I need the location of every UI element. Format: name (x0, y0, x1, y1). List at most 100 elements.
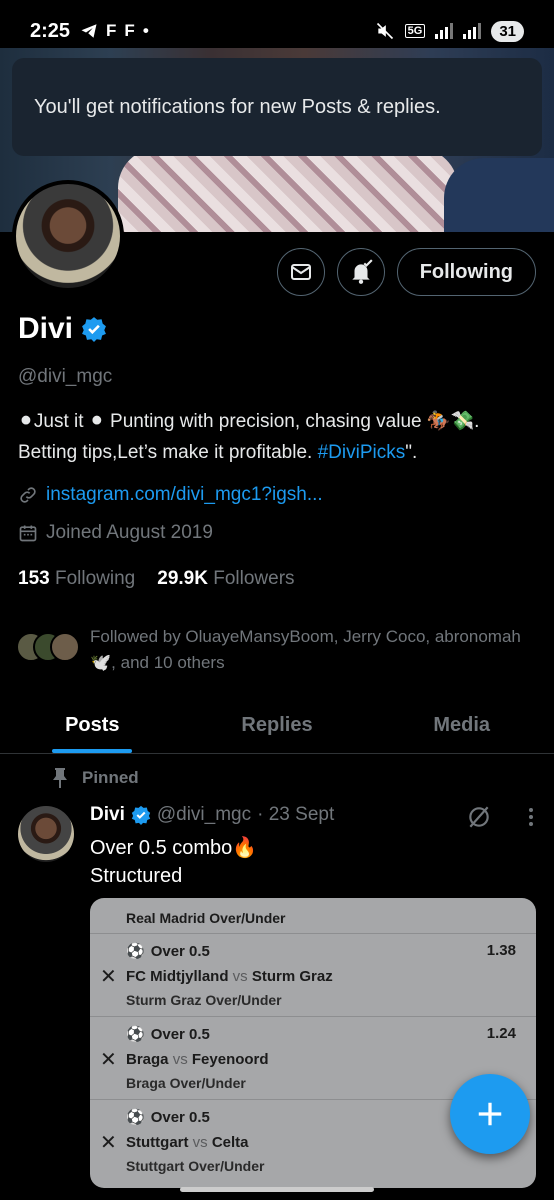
notifications-button[interactable] (336, 248, 385, 296)
bio-end: ". (405, 442, 418, 463)
vs-label: vs (172, 1051, 188, 1068)
slip-odds: 1.24 (486, 1025, 516, 1042)
slip-teams: FC Midtjylland vs Sturm Graz (126, 968, 333, 985)
remove-icon: ✕ (100, 966, 117, 988)
followed-by-text: Followed by OluayeMansyBoom, Jerry Coco,… (90, 627, 521, 672)
signal-icon (435, 23, 454, 39)
slip-sub: Sturm Graz Over/Under (126, 992, 282, 1008)
following-label: Following (54, 568, 136, 589)
tab-replies[interactable]: Replies (185, 698, 370, 753)
envelope-icon (290, 264, 311, 280)
banner-seat (444, 158, 554, 232)
more-options-icon[interactable] (528, 807, 534, 827)
football-icon: ⚽ (126, 1026, 145, 1043)
home-team: Braga (126, 1051, 169, 1068)
pin-icon (53, 768, 67, 788)
link-icon (20, 487, 36, 503)
profile-bio: ⚫Just it ⚫ Punting with precision, chasi… (18, 406, 538, 468)
profile-website: instagram.com/divi_mgc1?igsh... (18, 484, 323, 506)
banner-shirt (118, 148, 458, 232)
post-header: Divi @divi_mgc · 23 Sept (90, 804, 334, 826)
slip-market: ⚽ Over 0.5 (126, 942, 210, 961)
follower-avatars (16, 632, 80, 666)
slip-row: ⚽ Over 0.5 1.38 ✕ FC Midtjylland vs Sturm… (90, 934, 536, 1017)
notification-icons: F F • (80, 21, 149, 41)
followers-stat[interactable]: 29.9K Followers (157, 568, 294, 590)
slip-sub: Stuttgart Over/Under (126, 1158, 265, 1174)
bell-check-icon (352, 259, 373, 284)
post-text: Over 0.5 combo🔥 Structured (90, 834, 257, 890)
vs-label: vs (232, 968, 248, 985)
status-bar: 2:25 F F • 5G 31 (0, 0, 554, 62)
flipboard-icon: F (106, 21, 117, 40)
football-icon: ⚽ (126, 943, 145, 960)
followers-label: Followers (213, 568, 295, 589)
following-button[interactable]: Following (396, 248, 536, 296)
plus-icon (478, 1102, 502, 1126)
slip-market-label: Over 0.5 (150, 1108, 210, 1126)
home-team: FC Midtjylland (126, 968, 229, 985)
status-time: 2:25 (30, 19, 71, 42)
telegram-icon (81, 24, 97, 38)
battery-indicator: 31 (491, 20, 524, 42)
calendar-icon (19, 525, 37, 542)
slip-sub: Braga Over/Under (126, 1075, 246, 1091)
mute-icon (376, 22, 393, 40)
website-link[interactable]: instagram.com/divi_mgc1?igsh... (46, 484, 323, 506)
profile-name-row: Divi (18, 312, 107, 346)
network-label: 5G (404, 24, 426, 38)
profile-joined: Joined August 2019 (18, 522, 213, 544)
pinned-label-row: Pinned (52, 768, 139, 788)
profile-name: Divi (18, 312, 74, 345)
followed-by[interactable]: Followed by OluayeMansyBoom, Jerry Coco,… (16, 624, 530, 676)
slip-odds: 1.38 (486, 942, 516, 959)
pinned-label: Pinned (82, 768, 139, 787)
compose-post-button[interactable] (450, 1074, 530, 1154)
follower-avatar (50, 632, 80, 662)
slip-market: ⚽ Over 0.5 (126, 1108, 210, 1127)
away-team: Feyenoord (191, 1051, 269, 1068)
post-text-line: Structured (90, 865, 183, 887)
tab-media[interactable]: Media (369, 698, 554, 753)
bio-hashtag-link[interactable]: #DiviPicks (318, 442, 406, 463)
toast-message: You'll get notifications for new Posts &… (34, 95, 441, 118)
post-author-handle: @divi_mgc (156, 804, 252, 825)
slip-market-label: Over 0.5 (150, 942, 210, 960)
flipboard-icon-2: F (124, 21, 135, 40)
remove-icon: ✕ (100, 1132, 117, 1154)
post-author-avatar[interactable] (18, 806, 74, 862)
profile-avatar[interactable] (12, 180, 124, 292)
profile-handle: @divi_mgc (18, 366, 113, 387)
grok-icon[interactable] (466, 804, 492, 830)
home-indicator[interactable] (180, 1187, 374, 1192)
profile-stats: 153 Following 29.9K Followers (18, 568, 295, 590)
joined-date: Joined August 2019 (46, 522, 213, 543)
slip-teams: Stuttgart vs Celta (126, 1134, 249, 1151)
signal-icon-2 (463, 23, 482, 39)
dot-icon: • (142, 21, 149, 40)
home-team: Stuttgart (126, 1134, 189, 1151)
followers-count: 29.9K (157, 568, 208, 589)
profile-actions: Following (276, 248, 536, 296)
slip-top-line: Real Madrid Over/Under (90, 898, 536, 934)
following-count: 153 (18, 568, 50, 589)
slip-teams: Braga vs Feyenoord (126, 1051, 269, 1068)
vs-label: vs (192, 1134, 208, 1151)
verified-badge-icon[interactable] (81, 316, 107, 342)
post-author-name[interactable]: Divi (90, 804, 125, 826)
post-header-icons (466, 804, 534, 830)
post-text-line: Over 0.5 combo🔥 (90, 837, 258, 859)
message-button[interactable] (276, 248, 325, 296)
notification-toast: You'll get notifications for new Posts &… (12, 58, 542, 156)
tab-posts[interactable]: Posts (0, 698, 185, 753)
following-stat[interactable]: 153 Following (18, 568, 135, 590)
post-date: · 23 Sept (257, 804, 335, 825)
remove-icon: ✕ (100, 1049, 117, 1071)
slip-market: ⚽ Over 0.5 (126, 1025, 210, 1044)
away-team: Celta (211, 1134, 249, 1151)
away-team: Sturm Graz (251, 968, 333, 985)
slip-market-label: Over 0.5 (150, 1025, 210, 1043)
profile-tabs: Posts Replies Media (0, 698, 554, 754)
verified-badge-icon (131, 805, 151, 825)
football-icon: ⚽ (126, 1109, 145, 1126)
